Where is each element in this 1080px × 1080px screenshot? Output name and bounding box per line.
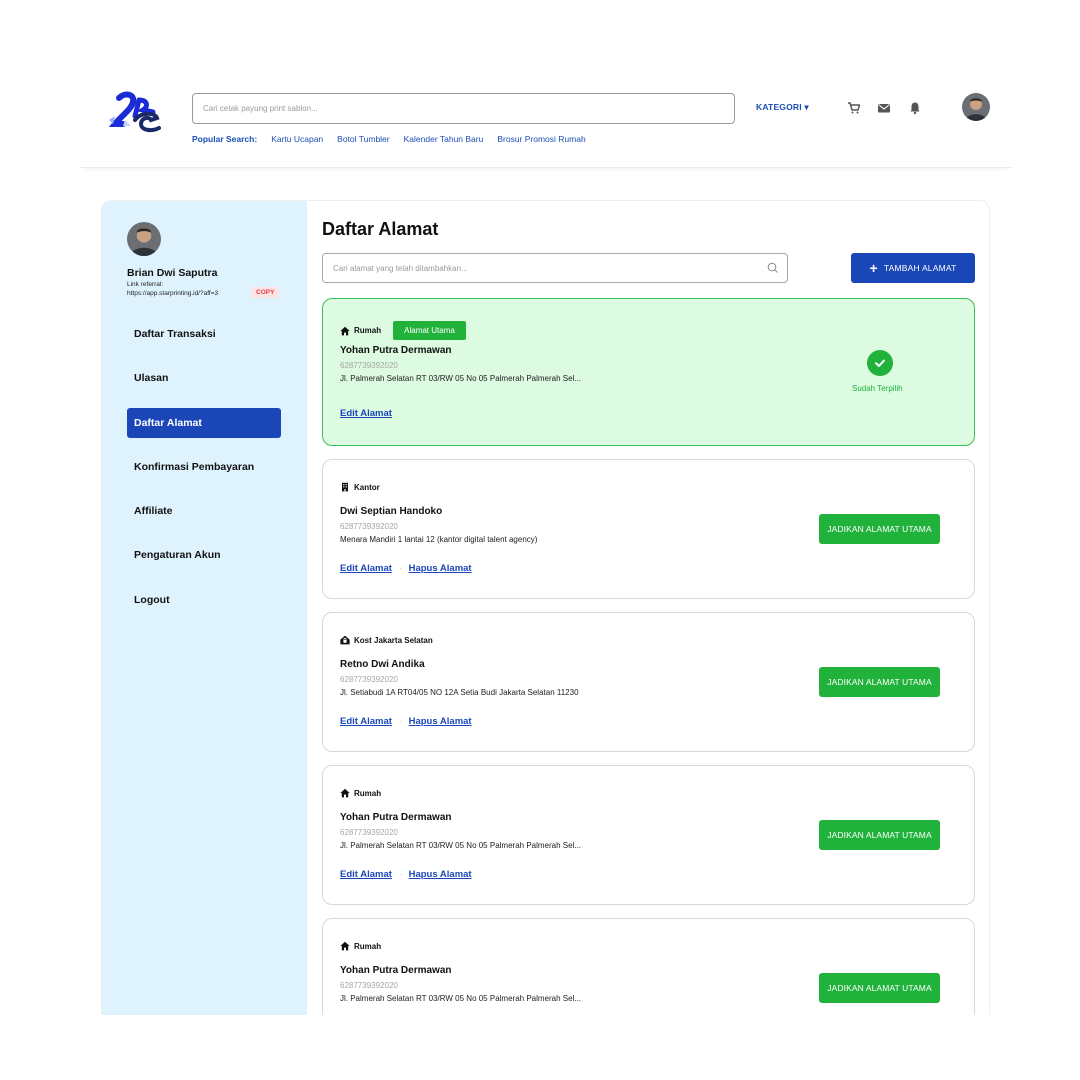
sidebar-item-affiliate[interactable]: Affiliate xyxy=(127,496,281,526)
copy-referral-button[interactable]: COPY xyxy=(251,287,280,298)
address-card: Rumah Yohan Putra Dermawan 6287739392020… xyxy=(322,765,975,905)
edit-address-link[interactable]: Edit Alamat xyxy=(340,563,392,574)
cart-icon[interactable] xyxy=(847,101,861,115)
recipient-phone: 6287739392020 xyxy=(340,981,398,990)
sidebar-item-konfirmasi-pembayaran[interactable]: Konfirmasi Pembayaran xyxy=(127,452,281,482)
delete-address-link[interactable]: Hapus Alamat xyxy=(409,869,472,880)
sidebar-item-logout[interactable]: Logout xyxy=(127,585,281,615)
recipient-address: Jl. Setiabudi 1A RT04/05 NO 12A Setia Bu… xyxy=(340,688,579,697)
recipient-phone: 6287739392020 xyxy=(340,828,398,837)
search-icon[interactable] xyxy=(767,262,779,274)
account-container: Brian Dwi Saputra Link referral: https:/… xyxy=(101,200,990,1015)
edit-address-link[interactable]: Edit Alamat xyxy=(340,408,392,419)
action-separator: · xyxy=(398,870,402,879)
recipient-name: Yohan Putra Dermawan xyxy=(340,965,452,976)
action-separator: · xyxy=(398,564,402,573)
sidebar-menu: Daftar Transaksi Ulasan Daftar Alamat Ko… xyxy=(127,319,281,629)
popular-link-botol-tumbler[interactable]: Botol Tumbler xyxy=(337,134,389,144)
recipient-address: Jl. Palmerah Selatan RT 03/RW 05 No 05 P… xyxy=(340,841,582,850)
set-primary-button[interactable]: JADIKAN ALAMAT UTAMA xyxy=(819,667,940,697)
primary-address-badge: Alamat Utama xyxy=(393,321,466,340)
check-circle-icon xyxy=(867,350,893,376)
referral-label: Link referral: xyxy=(127,281,164,288)
account-sidebar: Brian Dwi Saputra Link referral: https:/… xyxy=(102,201,307,1015)
sidebar-item-daftar-transaksi[interactable]: Daftar Transaksi xyxy=(127,319,281,349)
action-separator: · xyxy=(398,717,402,726)
address-type-label: Kost Jakarta Selatan xyxy=(354,635,433,645)
add-address-button[interactable]: + TAMBAH ALAMAT xyxy=(851,253,975,283)
recipient-name: Dwi Septian Handoko xyxy=(340,506,443,517)
user-avatar[interactable] xyxy=(962,93,990,121)
popular-search: Popular Search: Kartu Ucapan Botol Tumbl… xyxy=(192,134,586,144)
recipient-phone: 6287739392020 xyxy=(340,522,398,531)
address-search-input[interactable] xyxy=(322,253,788,283)
recipient-address: Menara Mandiri 1 lantai 12 (kantor digit… xyxy=(340,535,538,544)
home-icon xyxy=(340,326,350,335)
selected-status-label: Sudah Terpilih xyxy=(852,384,903,393)
page-title: Daftar Alamat xyxy=(322,219,439,239)
recipient-address: Jl. Palmerah Selatan RT 03/RW 05 No 05 P… xyxy=(340,374,582,383)
recipient-name: Yohan Putra Dermawan xyxy=(340,345,452,356)
address-type-label: Rumah xyxy=(354,941,382,951)
edit-address-link[interactable]: Edit Alamat xyxy=(340,869,392,880)
set-primary-button[interactable]: JADIKAN ALAMAT UTAMA xyxy=(819,820,940,850)
popular-link-kartu-ucapan[interactable]: Kartu Ucapan xyxy=(271,134,323,144)
bell-icon[interactable] xyxy=(908,101,922,115)
address-content: Daftar Alamat + TAMBAH ALAMAT Rumah Alam… xyxy=(322,201,975,1015)
user-name: Brian Dwi Saputra xyxy=(127,267,218,279)
recipient-phone: 6287739392020 xyxy=(340,361,398,370)
address-type-label: Rumah xyxy=(354,788,382,798)
plus-icon: + xyxy=(869,260,878,276)
referral-link: https://app.starprinting.id/?aff=3 xyxy=(127,290,219,297)
popular-search-label: Popular Search: xyxy=(192,134,258,144)
delete-address-link[interactable]: Hapus Alamat xyxy=(409,563,472,574)
starprinting-logo[interactable] xyxy=(105,90,163,138)
set-primary-button[interactable]: JADIKAN ALAMAT UTAMA xyxy=(819,514,940,544)
global-search-input[interactable] xyxy=(192,93,735,124)
sidebar-avatar xyxy=(127,222,161,256)
popular-link-brosur[interactable]: Brosur Promosi Rumah xyxy=(497,134,585,144)
building-icon xyxy=(342,482,348,492)
home-icon xyxy=(340,941,350,951)
top-header: Popular Search: Kartu Ucapan Botol Tumbl… xyxy=(80,80,1012,168)
address-type-label: Kantor xyxy=(354,482,380,492)
recipient-address: Jl. Palmerah Selatan RT 03/RW 05 No 05 P… xyxy=(340,994,582,1003)
popular-link-kalender[interactable]: Kalender Tahun Baru xyxy=(404,134,484,144)
address-card: Kantor Dwi Septian Handoko 6287739392020… xyxy=(322,459,975,599)
sidebar-item-daftar-alamat[interactable]: Daftar Alamat xyxy=(127,407,281,438)
recipient-name: Retno Dwi Andika xyxy=(340,659,425,670)
add-address-label: TAMBAH ALAMAT xyxy=(883,263,957,273)
recipient-phone: 6287739392020 xyxy=(340,675,398,684)
delete-address-link[interactable]: Hapus Alamat xyxy=(409,716,472,727)
set-primary-button[interactable]: JADIKAN ALAMAT UTAMA xyxy=(819,973,940,1003)
edit-address-link[interactable]: Edit Alamat xyxy=(340,716,392,727)
mail-icon[interactable] xyxy=(877,101,891,115)
address-type-label: Rumah xyxy=(354,326,382,335)
address-card-primary: Rumah Alamat Utama Yohan Putra Dermawan … xyxy=(322,298,975,446)
sidebar-item-ulasan[interactable]: Ulasan xyxy=(127,363,281,393)
sidebar-item-pengaturan-akun[interactable]: Pengaturan Akun xyxy=(127,540,281,570)
address-card: Rumah Yohan Putra Dermawan 6287739392020… xyxy=(322,918,975,1015)
house-lock-icon xyxy=(340,635,350,645)
recipient-name: Yohan Putra Dermawan xyxy=(340,812,452,823)
address-card: Kost Jakarta Selatan Retno Dwi Andika 62… xyxy=(322,612,975,752)
home-icon xyxy=(340,788,350,798)
kategori-dropdown[interactable]: KATEGORI ▾ xyxy=(756,102,809,113)
